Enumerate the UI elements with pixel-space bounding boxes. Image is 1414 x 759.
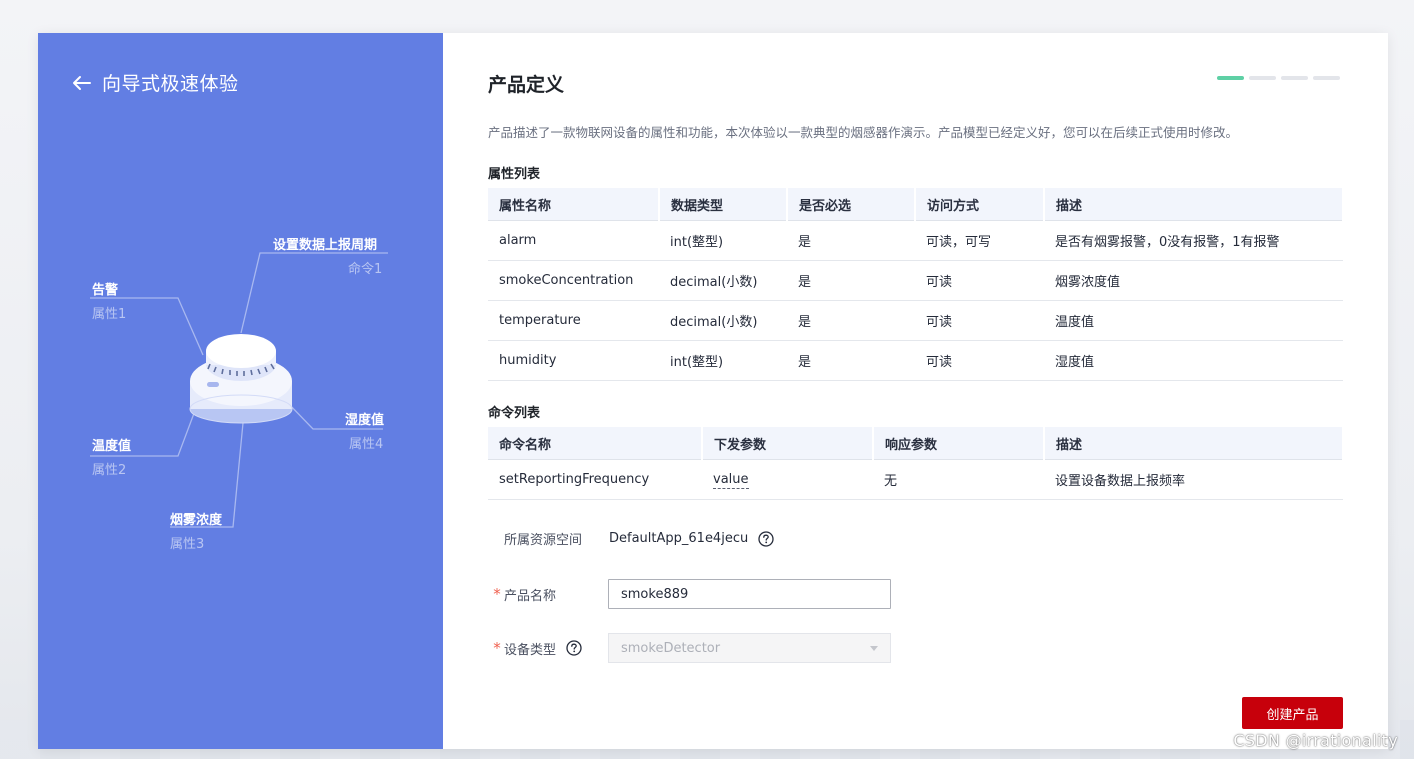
diagram-command-label: 设置数据上报周期 [273, 238, 378, 253]
properties-table: 属性名称 数据类型 是否必选 访问方式 描述 alarm int(整型) 是 可… [488, 188, 1344, 381]
table-cell: temperature [488, 300, 659, 341]
product-name-label-wrap: * 产品名称 [488, 585, 608, 604]
column-header: 响应参数 [873, 427, 1045, 460]
table-cell: decimal(小数) [659, 260, 787, 301]
required-mark: * [493, 639, 501, 657]
column-header: 数据类型 [659, 188, 788, 221]
table-cell: 无 [873, 459, 1044, 500]
help-icon[interactable] [758, 530, 774, 547]
commands-table: 命令名称 下发参数 响应参数 描述 setReportingFrequency … [488, 427, 1344, 500]
step-indicator [1217, 76, 1340, 80]
product-name-label: 产品名称 [504, 588, 557, 604]
table-header-row: 命令名称 下发参数 响应参数 描述 [488, 427, 1344, 460]
resource-space-row: 所属资源空间 DefaultApp_61e4jecu [488, 529, 774, 548]
wizard-right-panel: 产品定义 产品描述了一款物联网设备的属性和功能，本次体验以一款典型的烟感器作演示… [443, 33, 1388, 749]
resource-space-label-wrap: 所属资源空间 [488, 529, 608, 548]
device-type-select[interactable]: smokeDetector [608, 633, 891, 663]
table-cell: 可读 [915, 260, 1044, 301]
table-cell: 是 [787, 340, 915, 381]
device-type-row: * 设备类型 smokeDetector [488, 633, 891, 663]
diagram-alarm-label: 告警 [92, 283, 119, 298]
table-header-row: 属性名称 数据类型 是否必选 访问方式 描述 [488, 188, 1344, 221]
resource-space-value-wrap: DefaultApp_61e4jecu [609, 530, 774, 547]
column-header: 访问方式 [915, 188, 1045, 221]
step-4 [1313, 76, 1340, 80]
product-name-input[interactable] [608, 579, 891, 609]
watermark: CSDN @irrationality [1233, 731, 1398, 750]
wizard-left-panel: 向导式极速体验 设置数据上报周期 命令1 告警 属性1 湿度值 属性4 温度值 … [38, 33, 443, 749]
device-type-label: 设备类型 [504, 642, 557, 658]
param-link[interactable]: value [713, 472, 749, 489]
column-header: 是否必选 [787, 188, 916, 221]
table-cell: decimal(小数) [659, 300, 787, 341]
page-title: 产品定义 [488, 74, 565, 96]
table-cell: 可读 [915, 340, 1044, 381]
table-cell: 烟雾浓度值 [1044, 260, 1343, 301]
table-row: temperature decimal(小数) 是 可读 温度值 [488, 300, 1343, 341]
smoke-detector-illustration [189, 334, 293, 424]
table-row: humidity int(整型) 是 可读 湿度值 [488, 340, 1343, 381]
table-cell: 是 [787, 300, 915, 341]
device-type-value: smokeDetector [621, 640, 721, 656]
device-type-label-wrap: * 设备类型 [488, 639, 608, 658]
table-cell: int(整型) [659, 340, 787, 381]
table-cell: humidity [488, 340, 659, 381]
table-cell-param[interactable]: value [702, 459, 873, 500]
diagram-alarm-sub: 属性1 [92, 307, 127, 322]
diagram-temperature-sub: 属性2 [92, 463, 127, 478]
step-1 [1217, 76, 1244, 80]
diagram-smoke-sub: 属性3 [170, 537, 205, 552]
table-cell: 是 [787, 260, 915, 301]
caret-down-icon [870, 645, 878, 651]
table-cell: 可读，可写 [915, 220, 1044, 261]
diagram-temperature-label: 温度值 [92, 439, 132, 454]
commands-section-title: 命令列表 [488, 406, 541, 421]
table-cell: 是否有烟雾报警，0没有报警，1有报警 [1044, 220, 1343, 261]
column-header: 属性名称 [488, 188, 660, 221]
table-cell: smokeConcentration [488, 260, 659, 301]
help-icon[interactable] [566, 640, 582, 656]
table-cell: 是 [787, 220, 915, 261]
table-row: smokeConcentration decimal(小数) 是 可读 烟雾浓度… [488, 260, 1343, 301]
column-header: 命令名称 [488, 427, 703, 460]
wizard-dialog: 向导式极速体验 设置数据上报周期 命令1 告警 属性1 湿度值 属性4 温度值 … [38, 33, 1388, 749]
table-cell: 可读 [915, 300, 1044, 341]
page-description: 产品描述了一款物联网设备的属性和功能，本次体验以一款典型的烟感器作演示。产品模型… [488, 125, 1239, 140]
resource-space-value: DefaultApp_61e4jecu [609, 531, 749, 546]
required-mark: * [493, 585, 501, 603]
column-header: 下发参数 [702, 427, 874, 460]
table-cell: 设置设备数据上报频率 [1044, 459, 1343, 500]
resource-space-label: 所属资源空间 [504, 533, 583, 548]
step-2 [1249, 76, 1276, 80]
product-name-row: * 产品名称 [488, 579, 891, 609]
step-3 [1281, 76, 1308, 80]
table-cell: setReportingFrequency [488, 459, 702, 500]
properties-section-title: 属性列表 [488, 167, 541, 182]
diagram-humidity-sub: 属性4 [349, 437, 384, 452]
table-cell: alarm [488, 220, 659, 261]
diagram-smoke-label: 烟雾浓度 [170, 513, 223, 528]
table-cell: 湿度值 [1044, 340, 1343, 381]
diagram-command-sub: 命令1 [348, 262, 383, 277]
diagram-humidity-label: 湿度值 [345, 413, 385, 428]
column-header: 描述 [1044, 188, 1344, 221]
table-row: setReportingFrequency value 无 设置设备数据上报频率 [488, 459, 1343, 500]
table-row: alarm int(整型) 是 可读，可写 是否有烟雾报警，0没有报警，1有报警 [488, 220, 1343, 261]
create-product-button[interactable]: 创建产品 [1242, 697, 1343, 729]
device-diagram [90, 252, 388, 528]
table-cell: int(整型) [659, 220, 787, 261]
table-cell: 温度值 [1044, 300, 1343, 341]
column-header: 描述 [1044, 427, 1344, 460]
